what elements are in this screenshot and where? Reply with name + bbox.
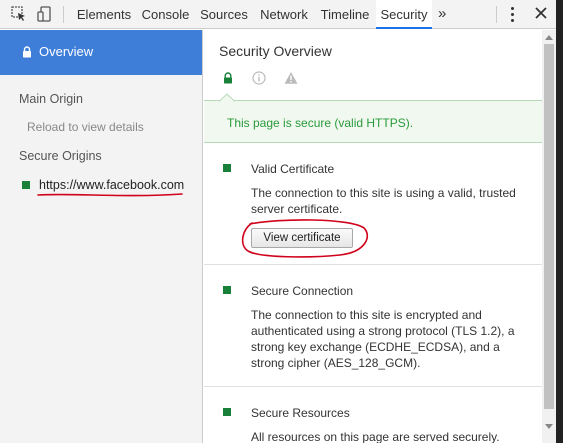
secure-status-indicator (22, 181, 30, 189)
lock-icon (23, 46, 31, 58)
secure-status-indicator (223, 164, 231, 172)
inspect-element-icon[interactable] (11, 6, 27, 22)
tab-elements[interactable]: Elements (73, 0, 135, 29)
vertical-scrollbar[interactable] (542, 30, 556, 443)
reload-hint: Reload to view details (27, 120, 144, 134)
more-tabs-button[interactable]: » (438, 0, 446, 29)
secure-status-indicator (223, 408, 231, 416)
info-icon (252, 71, 266, 85)
toolbar-separator (63, 6, 64, 23)
more-options-icon[interactable] (509, 7, 517, 23)
page-title: Security Overview (219, 43, 332, 59)
scroll-up-arrow-icon[interactable] (545, 34, 553, 40)
close-icon[interactable] (534, 6, 548, 20)
toolbar-separator (496, 6, 497, 23)
warning-icon (284, 72, 298, 84)
tab-timeline[interactable]: Timeline (316, 0, 374, 29)
section-title: Secure Resources (251, 406, 350, 420)
tab-console[interactable]: Console (137, 0, 194, 29)
divider (204, 100, 542, 101)
sidebar-item-overview[interactable]: Overview (0, 30, 202, 75)
scrollbar-thumb[interactable] (544, 44, 554, 409)
sidebar-item-label: Overview (39, 44, 94, 59)
main-origin-heading: Main Origin (19, 92, 83, 106)
selected-indicator-caret (219, 93, 235, 102)
divider (204, 264, 542, 265)
secure-origins-heading: Secure Origins (19, 149, 102, 163)
devtools-toolbar: Elements Console Sources Network Timelin… (0, 0, 563, 29)
window-edge (556, 0, 563, 443)
section-description: All resources on this page are served se… (251, 430, 500, 443)
device-toolbar-icon[interactable] (37, 6, 53, 22)
secure-status-indicator (223, 286, 231, 294)
secure-summary-text: This page is secure (valid HTTPS). (227, 116, 414, 130)
lock-icon (224, 72, 232, 84)
tab-network[interactable]: Network (254, 0, 314, 29)
section-description: The connection to this site is using a v… (251, 186, 516, 216)
annotation-circle (241, 219, 369, 258)
divider (204, 142, 542, 143)
security-sidebar: Overview Main Origin Reload to view deta… (0, 30, 203, 443)
divider (204, 386, 542, 387)
annotation-underline (37, 193, 183, 197)
security-summary-icons (204, 70, 542, 96)
section-title: Valid Certificate (251, 162, 335, 176)
scroll-down-arrow-icon[interactable] (545, 424, 553, 430)
tab-sources[interactable]: Sources (196, 0, 252, 29)
tab-security[interactable]: Security (376, 0, 432, 29)
section-description: The connection to this site is encrypted… (251, 308, 515, 370)
security-overview-panel: Security Overview This page is secure (v… (204, 30, 542, 443)
section-title: Secure Connection (251, 284, 354, 298)
